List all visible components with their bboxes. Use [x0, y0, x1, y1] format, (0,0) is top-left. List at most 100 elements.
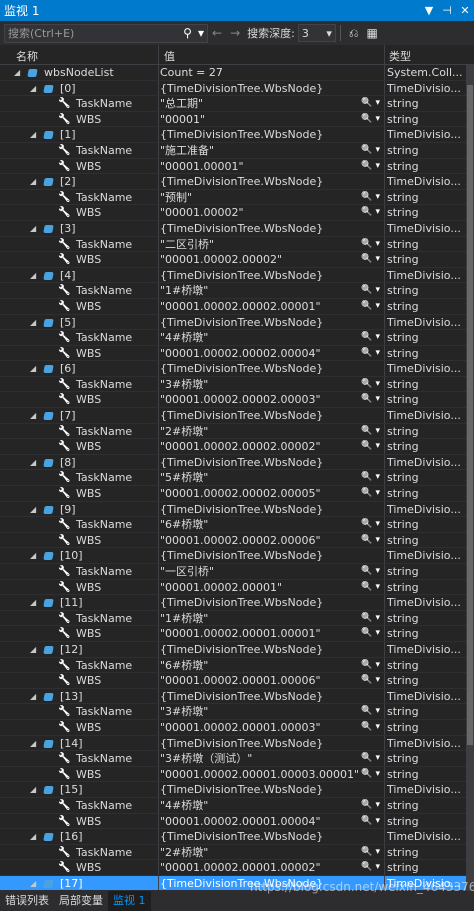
text-visualizer-icon[interactable]: 🔍 ▾	[361, 237, 380, 253]
column-divider[interactable]	[158, 45, 159, 65]
tree-row-wbs[interactable]: 🔧 WBS "00001.00002.00001.00003" 🔍 ▾ string	[0, 719, 466, 736]
text-visualizer-icon[interactable]: 🔍 ▾	[361, 96, 380, 112]
tree-row-node[interactable]: ◢ [15] {TimeDivisionTree.WbsNode} TimeDivis…	[0, 782, 466, 798]
tree-row-node[interactable]: ◢ [0] {TimeDivisionTree.WbsNode} TimeDivisi…	[0, 80, 466, 97]
expand-arrow-icon[interactable]: ◢	[30, 81, 36, 97]
text-visualizer-icon[interactable]: 🔍 ▾	[361, 751, 380, 767]
text-visualizer-icon[interactable]: 🔍 ▾	[361, 252, 380, 268]
row-value-cell[interactable]: "5#桥墩" 🔍 ▾	[160, 470, 382, 486]
expand-arrow-icon[interactable]: ◢	[30, 502, 36, 518]
row-value-cell[interactable]: "二区引桥" 🔍 ▾	[160, 237, 382, 253]
tree-row-taskname[interactable]: 🔧 TaskName "1#桥墩" 🔍 ▾ string	[0, 610, 466, 627]
tree-row-wbs[interactable]: 🔧 WBS "00001.00002.00001.00003.00001" 🔍 ▾ st…	[0, 766, 466, 783]
text-visualizer-icon[interactable]: 🔍 ▾	[361, 767, 380, 783]
row-value-cell[interactable]: "00001.00002.00002.00006" 🔍 ▾	[160, 533, 382, 549]
row-value-cell[interactable]: "4#桥墩" 🔍 ▾	[160, 330, 382, 346]
row-value-cell[interactable]: "预制" 🔍 ▾	[160, 190, 382, 206]
tree-row-taskname[interactable]: 🔧 TaskName "3#桥墩" 🔍 ▾ string	[0, 376, 466, 393]
column-view-icon[interactable]: ▦	[362, 26, 381, 40]
row-value-cell[interactable]: "00001.00002.00002.00001" 🔍 ▾	[160, 299, 382, 315]
text-visualizer-icon[interactable]: 🔍 ▾	[361, 564, 380, 580]
tree-row-node[interactable]: ◢ [14] {TimeDivisionTree.WbsNode} TimeDivis…	[0, 735, 466, 752]
tree-row-node[interactable]: ◢ [3] {TimeDivisionTree.WbsNode} TimeDivisi…	[0, 220, 466, 237]
row-value-cell[interactable]: {TimeDivisionTree.WbsNode}	[160, 221, 382, 237]
expand-arrow-icon[interactable]: ◢	[14, 65, 20, 81]
text-visualizer-icon[interactable]: 🔍 ▾	[361, 845, 380, 861]
row-value-cell[interactable]: "00001.00002.00002.00002" 🔍 ▾	[160, 439, 382, 455]
row-value-cell[interactable]: "1#桥墩" 🔍 ▾	[160, 283, 382, 299]
row-value-cell[interactable]: {TimeDivisionTree.WbsNode}	[160, 782, 382, 798]
row-value-cell[interactable]: {TimeDivisionTree.WbsNode}	[160, 81, 382, 97]
tree-row-taskname[interactable]: 🔧 TaskName "预制" 🔍 ▾ string	[0, 189, 466, 206]
expand-arrow-icon[interactable]: ◢	[30, 408, 36, 424]
tree-row-wbs[interactable]: 🔧 WBS "00001.00002.00002.00002" 🔍 ▾ string	[0, 439, 466, 455]
row-value-cell[interactable]: {TimeDivisionTree.WbsNode}	[160, 548, 382, 564]
tree-row-node[interactable]: ◢ [5] {TimeDivisionTree.WbsNode} TimeDivisi…	[0, 314, 466, 331]
tree-row-taskname[interactable]: 🔧 TaskName "1#桥墩" 🔍 ▾ string	[0, 283, 466, 299]
row-value-cell[interactable]: "00001.00002.00001.00003.00001" 🔍 ▾	[160, 767, 382, 783]
tree-row-node[interactable]: ◢ [9] {TimeDivisionTree.WbsNode} TimeDivisi…	[0, 501, 466, 518]
expand-arrow-icon[interactable]: ◢	[30, 642, 36, 658]
row-value-cell[interactable]: "3#桥墩（测试）" 🔍 ▾	[160, 751, 382, 767]
row-value-cell[interactable]: {TimeDivisionTree.WbsNode}	[160, 361, 382, 377]
text-visualizer-icon[interactable]: 🔍 ▾	[361, 517, 380, 533]
row-value-cell[interactable]: {TimeDivisionTree.WbsNode}	[160, 642, 382, 658]
window-dropdown-button[interactable]: ▼	[420, 4, 438, 17]
tab-watch-1[interactable]: 监视 1	[108, 891, 151, 911]
tab-error-list[interactable]: 错误列表	[0, 891, 54, 911]
tree-row-node[interactable]: ◢ [13] {TimeDivisionTree.WbsNode} TimeDivis…	[0, 688, 466, 705]
text-visualizer-icon[interactable]: 🔍 ▾	[361, 611, 380, 627]
column-header-name[interactable]: 名称	[16, 48, 38, 64]
tree-row-wbs[interactable]: 🔧 WBS "00001.00002.00001.00004" 🔍 ▾ string	[0, 813, 466, 830]
search-icon[interactable]: ⚲	[180, 26, 195, 40]
row-value-cell[interactable]: {TimeDivisionTree.WbsNode}	[160, 127, 382, 143]
tree-row-taskname[interactable]: 🔧 TaskName "6#桥墩" 🔍 ▾ string	[0, 657, 466, 674]
row-value-cell[interactable]: "00001.00002.00001.00003" 🔍 ▾	[160, 720, 382, 736]
row-value-cell[interactable]: {TimeDivisionTree.WbsNode}	[160, 174, 382, 190]
tree-row-node[interactable]: ◢ [7] {TimeDivisionTree.WbsNode} TimeDivisi…	[0, 408, 466, 424]
tree-row-node[interactable]: ◢ [8] {TimeDivisionTree.WbsNode} TimeDivisi…	[0, 454, 466, 471]
tree-row-node[interactable]: ◢ [16] {TimeDivisionTree.WbsNode} TimeDivis…	[0, 829, 466, 845]
tree-row-node[interactable]: ◢ [2] {TimeDivisionTree.WbsNode} TimeDivisi…	[0, 174, 466, 190]
text-visualizer-icon[interactable]: 🔍 ▾	[361, 720, 380, 736]
row-value-cell[interactable]: "4#桥墩" 🔍 ▾	[160, 798, 382, 814]
expand-arrow-icon[interactable]: ◢	[30, 174, 36, 190]
tree-row-wbs[interactable]: 🔧 WBS "00001.00002.00002.00003" 🔍 ▾ string	[0, 392, 466, 409]
text-visualizer-icon[interactable]: 🔍 ▾	[361, 346, 380, 362]
text-visualizer-icon[interactable]: 🔍 ▾	[361, 392, 380, 408]
tree-row-wbs[interactable]: 🔧 WBS "00001.00002.00002.00006" 🔍 ▾ string	[0, 532, 466, 549]
search-options-chevron-icon[interactable]: ▾	[195, 26, 207, 40]
tree-row-wbs[interactable]: 🔧 WBS "00001.00002.00002.00001" 🔍 ▾ string	[0, 298, 466, 315]
text-visualizer-icon[interactable]: 🔍 ▾	[361, 112, 380, 128]
tree-row-node[interactable]: ◢ [1] {TimeDivisionTree.WbsNode} TimeDivisi…	[0, 127, 466, 143]
text-visualizer-icon[interactable]: 🔍 ▾	[361, 377, 380, 393]
tree-row-wbs[interactable]: 🔧 WBS "00001" 🔍 ▾ string	[0, 111, 466, 128]
text-visualizer-icon[interactable]: 🔍 ▾	[361, 486, 380, 502]
filter-icon[interactable]: ⎌	[345, 26, 363, 41]
column-divider[interactable]	[384, 45, 385, 65]
tree-row-node[interactable]: ◢ [4] {TimeDivisionTree.WbsNode} TimeDivisi…	[0, 267, 466, 284]
text-visualizer-icon[interactable]: 🔍 ▾	[361, 798, 380, 814]
row-value-cell[interactable]: "00001.00002.00001" 🔍 ▾	[160, 580, 382, 596]
search-back-arrow-icon[interactable]: ←	[208, 26, 226, 40]
row-value-cell[interactable]: "00001" 🔍 ▾	[160, 112, 382, 128]
tree-row-taskname[interactable]: 🔧 TaskName "5#桥墩" 🔍 ▾ string	[0, 470, 466, 487]
row-value-cell[interactable]: Count = 27	[160, 65, 382, 81]
search-depth-select[interactable]: 3 ▾	[297, 24, 336, 42]
expand-arrow-icon[interactable]: ◢	[30, 455, 36, 471]
tree-row-wbs[interactable]: 🔧 WBS "00001.00002.00001.00001" 🔍 ▾ string	[0, 626, 466, 642]
row-value-cell[interactable]: {TimeDivisionTree.WbsNode}	[160, 595, 382, 611]
expand-arrow-icon[interactable]: ◢	[30, 221, 36, 237]
text-visualizer-icon[interactable]: 🔍 ▾	[361, 439, 380, 455]
search-input[interactable]: 搜索(Ctrl+E) ⚲ ▾	[4, 23, 208, 43]
row-value-cell[interactable]: {TimeDivisionTree.WbsNode}	[160, 502, 382, 518]
row-value-cell[interactable]: "00001.00002.00001.00001" 🔍 ▾	[160, 626, 382, 642]
row-value-cell[interactable]: "施工准备" 🔍 ▾	[160, 143, 382, 159]
row-value-cell[interactable]: {TimeDivisionTree.WbsNode}	[160, 268, 382, 284]
tree-row-taskname[interactable]: 🔧 TaskName "4#桥墩" 🔍 ▾ string	[0, 330, 466, 346]
row-value-cell[interactable]: "2#桥墩" 🔍 ▾	[160, 424, 382, 440]
tree-row-wbs[interactable]: 🔧 WBS "00001.00002.00002.00005" 🔍 ▾ string	[0, 486, 466, 502]
row-value-cell[interactable]: "00001.00001" 🔍 ▾	[160, 159, 382, 175]
expand-arrow-icon[interactable]: ◢	[30, 548, 36, 564]
row-value-cell[interactable]: "00001.00002.00002.00004" 🔍 ▾	[160, 346, 382, 362]
